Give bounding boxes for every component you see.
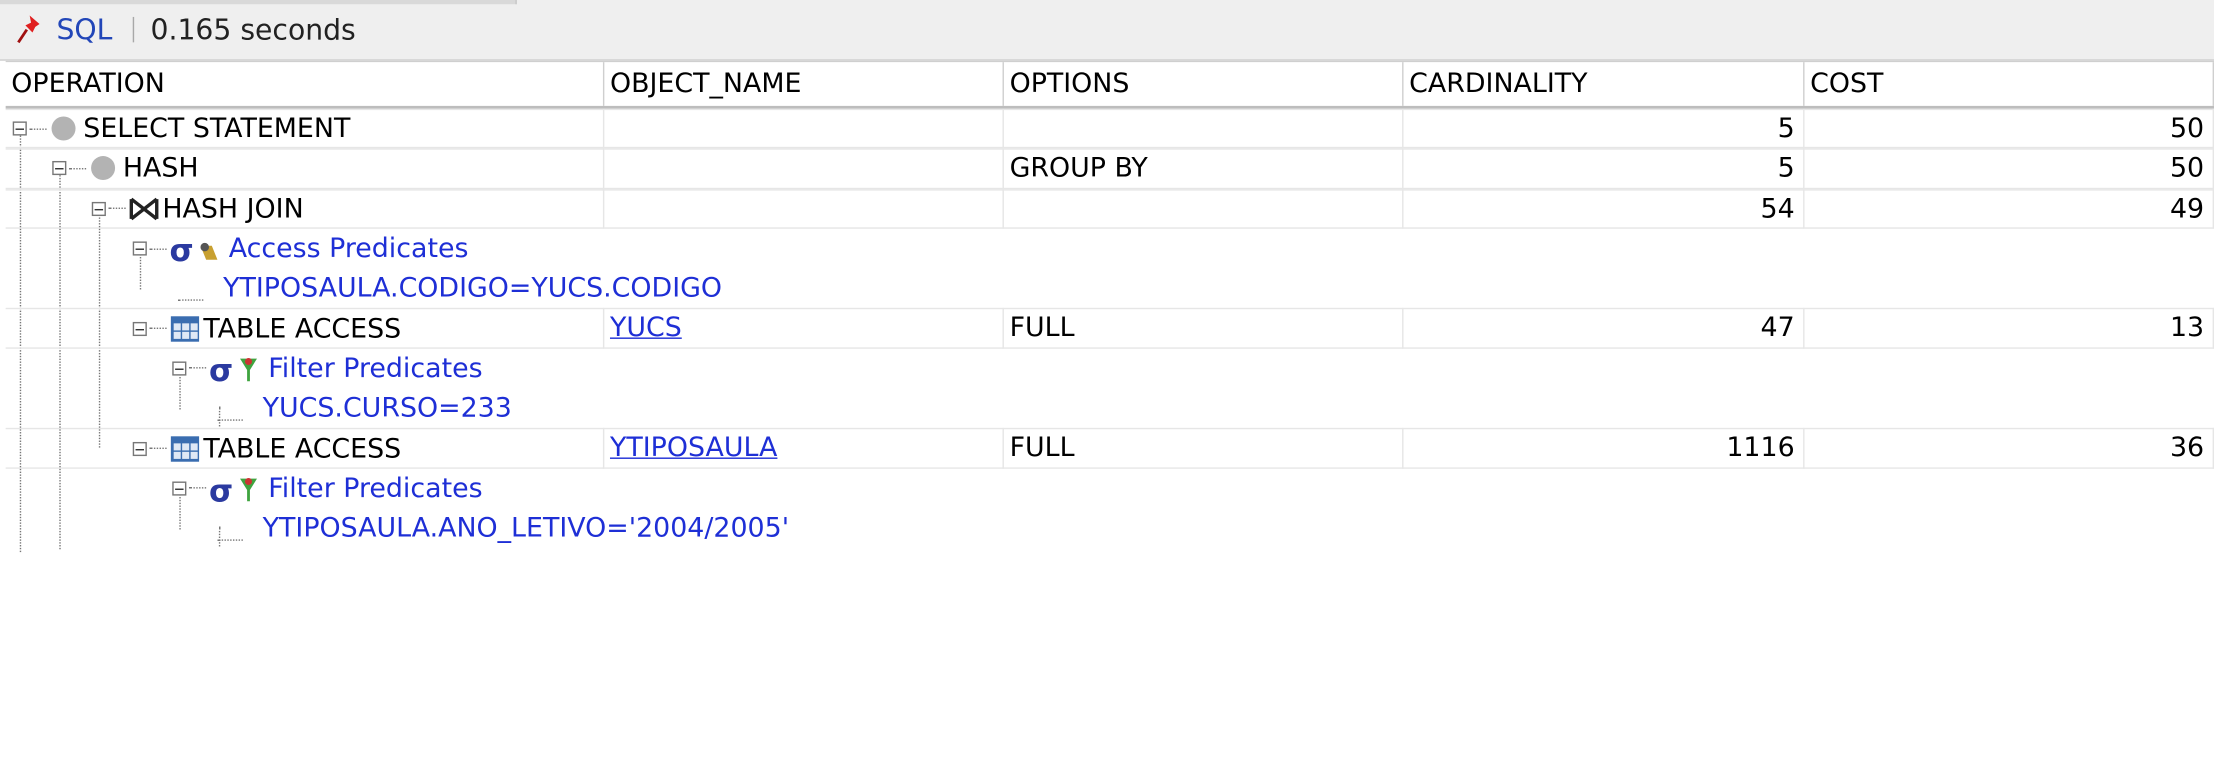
object-cell: YUCS	[604, 308, 1004, 349]
access-predicate-icon: σ	[169, 233, 223, 269]
predicate-row[interactable]: YTIPOSAULA.CODIGO=YUCS.CODIGO	[6, 269, 2214, 309]
options-cell: GROUP BY	[1003, 148, 1404, 189]
filter-predicate-icon: σ	[209, 353, 263, 389]
header-object-name[interactable]: OBJECT_NAME	[604, 62, 1004, 106]
statement-icon	[49, 115, 77, 143]
table-row[interactable]: 5 50 SELECT STATEMENT	[5, 108, 2214, 149]
toolbar-separator	[132, 16, 134, 43]
options-cell	[1003, 108, 1404, 149]
table-row[interactable]: GROUP BY 5 50 HASH	[5, 148, 2214, 189]
cost-cell: 50	[1804, 108, 2214, 149]
table-row[interactable]: YTIPOSAULA FULL 1116 36 TABLE ACCESS	[5, 428, 2214, 469]
pin-icon[interactable]	[14, 13, 45, 47]
table-icon	[169, 314, 200, 342]
collapse-toggle[interactable]	[91, 201, 106, 216]
filter-predicate-icon: σ	[209, 473, 263, 509]
predicate-text: YUCS.CURSO=233	[262, 392, 512, 424]
collapse-toggle[interactable]	[52, 161, 67, 176]
options-cell: FULL	[1003, 428, 1404, 469]
object-cell: YTIPOSAULA	[604, 428, 1004, 469]
svg-text:σ: σ	[209, 354, 233, 385]
hash-join-icon	[128, 194, 159, 222]
collapse-toggle[interactable]	[132, 241, 147, 256]
options-cell	[1003, 188, 1404, 229]
predicate-text: YTIPOSAULA.ANO_LETIVO='2004/2005'	[262, 512, 790, 544]
predicate-row[interactable]: σ Access Predicates	[6, 229, 2214, 269]
predicate-row[interactable]: σ Filter Predicates	[6, 468, 2214, 509]
object-link[interactable]: YTIPOSAULA	[610, 433, 777, 464]
cardinality-cell: 54	[1403, 188, 1805, 229]
explain-toolbar: SQL 0.165 seconds	[0, 0, 2214, 61]
predicate-label: Access Predicates	[228, 233, 469, 265]
cardinality-cell: 5	[1403, 108, 1805, 149]
predicate-row[interactable]: σ Filter Predicates	[6, 348, 2214, 389]
cardinality-cell: 47	[1403, 308, 1805, 349]
header-options[interactable]: OPTIONS	[1004, 62, 1404, 106]
predicate-row[interactable]: YUCS.CURSO=233	[6, 388, 2214, 428]
svg-text:σ: σ	[169, 234, 193, 265]
cost-cell: 50	[1804, 148, 2214, 189]
options-cell: FULL	[1003, 308, 1404, 349]
object-link[interactable]: YUCS	[610, 313, 682, 344]
operation-label: SELECT STATEMENT	[83, 113, 351, 145]
header-cost[interactable]: COST	[1805, 62, 2214, 106]
header-operation[interactable]: OPERATION	[6, 62, 605, 106]
predicate-text: YTIPOSAULA.CODIGO=YUCS.CODIGO	[223, 272, 723, 305]
operation-label: HASH JOIN	[162, 193, 304, 225]
collapse-toggle[interactable]	[172, 481, 187, 496]
cost-cell: 36	[1804, 428, 2214, 469]
table-icon	[169, 434, 200, 462]
cardinality-cell: 5	[1403, 148, 1805, 189]
cost-cell: 13	[1804, 308, 2214, 349]
collapse-toggle[interactable]	[132, 441, 147, 456]
collapse-toggle[interactable]	[12, 121, 27, 136]
object-cell	[604, 108, 1004, 149]
table-row[interactable]: YUCS FULL 47 13 TABLE ACCESS	[5, 308, 2214, 349]
header-cardinality[interactable]: CARDINALITY	[1404, 62, 1805, 106]
svg-text:σ: σ	[209, 474, 233, 505]
plan-table: OPERATION OBJECT_NAME OPTIONS CARDINALIT…	[5, 60, 2214, 553]
cost-cell: 49	[1804, 188, 2214, 229]
operation-label: TABLE ACCESS	[203, 312, 402, 344]
explain-plan-panel: SQL 0.165 seconds OPERATION OBJECT_NAME …	[0, 0, 2214, 554]
predicate-label: Filter Predicates	[268, 472, 483, 504]
execution-time: 0.165 seconds	[150, 12, 356, 47]
operation-label: TABLE ACCESS	[203, 432, 402, 464]
hash-icon	[89, 155, 117, 183]
tab-strip-edge	[0, 0, 517, 5]
predicate-label: Filter Predicates	[268, 352, 483, 384]
table-row[interactable]: 54 49 HASH JOIN	[5, 188, 2214, 229]
collapse-toggle[interactable]	[132, 321, 147, 336]
table-header: OPERATION OBJECT_NAME OPTIONS CARDINALIT…	[5, 60, 2214, 109]
object-cell	[604, 148, 1004, 189]
collapse-toggle[interactable]	[172, 361, 187, 376]
sql-button[interactable]: SQL	[56, 13, 112, 47]
object-cell	[604, 188, 1004, 229]
cardinality-cell: 1116	[1403, 428, 1805, 469]
operation-label: HASH	[122, 153, 199, 185]
predicate-row[interactable]: YTIPOSAULA.ANO_LETIVO='2004/2005'	[6, 508, 2214, 548]
